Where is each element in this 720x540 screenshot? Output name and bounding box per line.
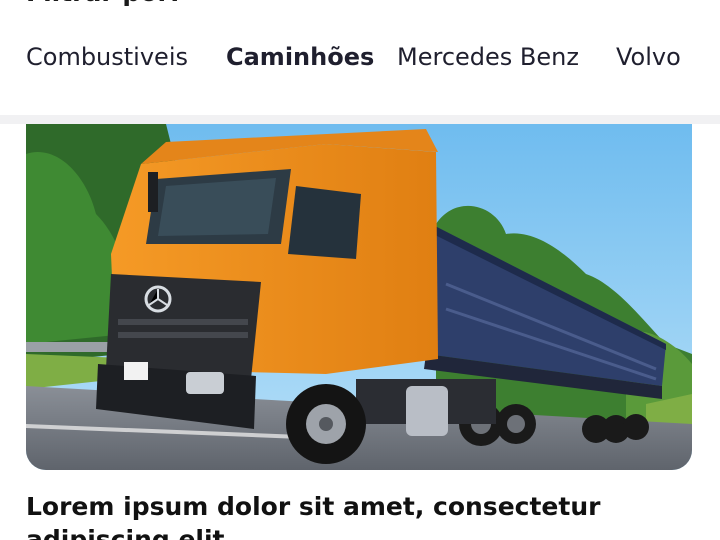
section-divider xyxy=(0,115,720,124)
article-image[interactable] xyxy=(26,124,692,470)
article-title[interactable]: Lorem ipsum dolor sit amet, consectetur … xyxy=(26,490,696,540)
filter-heading: Filtrar por: xyxy=(26,0,180,8)
truck-photo-icon xyxy=(26,124,692,470)
tab-combustiveis[interactable]: Combustiveis xyxy=(26,38,188,90)
page: Filtrar por: Combustiveis Caminhões Merc… xyxy=(0,0,720,540)
tab-mercedes-benz[interactable]: Mercedes Benz xyxy=(397,38,579,90)
category-tabs: Combustiveis Caminhões Mercedes Benz Vol… xyxy=(0,38,720,90)
tab-caminhoes[interactable]: Caminhões xyxy=(226,38,374,90)
tab-volvo[interactable]: Volvo xyxy=(616,38,681,90)
